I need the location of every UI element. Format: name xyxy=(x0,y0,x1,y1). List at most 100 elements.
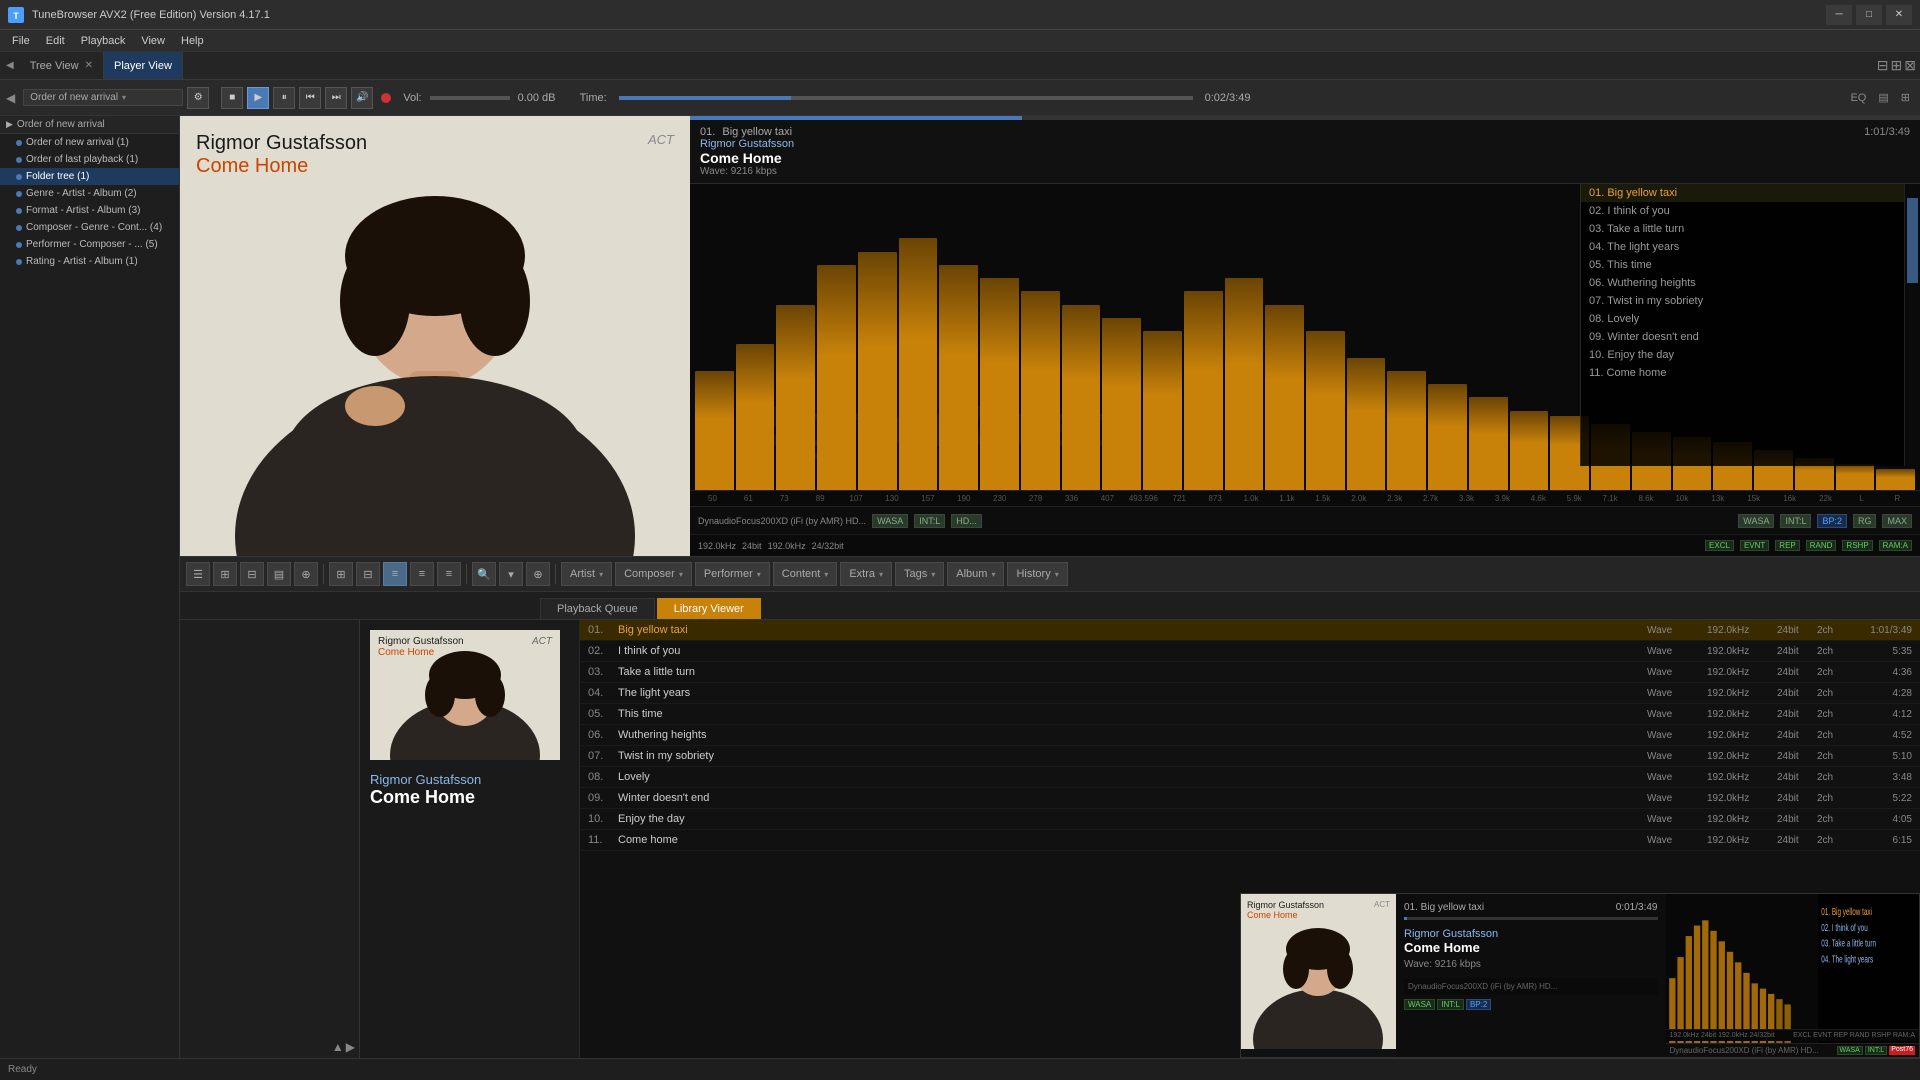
track-row-3[interactable]: 04. The light years Wave 192.0kHz 24bit … xyxy=(580,683,1920,704)
tab-library-viewer[interactable]: Library Viewer xyxy=(657,598,761,619)
tool-expand[interactable]: ⊕ xyxy=(294,562,318,586)
app-title: TuneBrowser AVX2 (Free Edition) Version … xyxy=(32,9,1826,21)
mini-dsp: DynaudioFocus200XD (iFi (by AMR) HD... xyxy=(1404,978,1658,995)
tool-search[interactable]: 🔍 xyxy=(472,562,496,586)
menu-help[interactable]: Help xyxy=(173,33,212,49)
menu-file[interactable]: File xyxy=(4,33,38,49)
tool-cols-3[interactable]: ⊟ xyxy=(356,562,380,586)
fullscreen-btn[interactable]: ⊞ xyxy=(1897,89,1914,106)
tracklist-item-7[interactable]: 08. Lovely xyxy=(1581,310,1920,328)
tool-detail-view[interactable]: ⊟ xyxy=(240,562,264,586)
track-row-7[interactable]: 08. Lovely Wave 192.0kHz 24bit 2ch 3:48 xyxy=(580,767,1920,788)
tab-nav-left[interactable]: ◀ xyxy=(6,60,14,71)
sidebar-toggle[interactable]: ◀ xyxy=(6,91,15,105)
track-row-10[interactable]: 11. Come home Wave 192.0kHz 24bit 2ch 6:… xyxy=(580,830,1920,851)
track-row-0[interactable]: 01. Big yellow taxi Wave 192.0kHz 24bit … xyxy=(580,620,1920,641)
track-row-5[interactable]: 06. Wuthering heights Wave 192.0kHz 24bi… xyxy=(580,725,1920,746)
track-hz: 192.0kHz xyxy=(1707,646,1777,657)
layout-btn[interactable]: ▤ xyxy=(1874,89,1892,106)
close-button[interactable]: ✕ xyxy=(1886,5,1912,25)
tool-sort-asc[interactable]: ≡ xyxy=(383,562,407,586)
tab-tree-view[interactable]: Tree View ✕ xyxy=(20,52,104,79)
toolbar-sep-2 xyxy=(466,564,467,584)
settings-button[interactable]: ⚙ xyxy=(187,87,209,109)
sidebar-item-2[interactable]: Folder tree (1) xyxy=(0,168,179,185)
mini-text: Rigmor Gustafsson Come Home xyxy=(1247,900,1324,920)
tracklist-item-6[interactable]: 07. Twist in my sobriety xyxy=(1581,292,1920,310)
tool-nav[interactable]: ⊕ xyxy=(526,562,550,586)
svg-text:T: T xyxy=(13,11,19,21)
track-bit: 24bit xyxy=(1777,730,1817,741)
track-progress-container[interactable] xyxy=(690,116,1920,120)
bottom-nav-up[interactable]: ▲ xyxy=(332,1040,344,1054)
stop-button[interactable]: ■ xyxy=(221,87,243,109)
play-button[interactable]: ▶ xyxy=(247,87,269,109)
tags-dropdown[interactable]: Tags▾ xyxy=(895,562,944,586)
album-dropdown[interactable]: Album▾ xyxy=(947,562,1004,586)
prev-button[interactable]: ⏮ xyxy=(299,87,321,109)
performer-dropdown[interactable]: Performer▾ xyxy=(695,562,770,586)
thumb-label: ACT xyxy=(532,636,552,647)
tracklist-item-8[interactable]: 09. Winter doesn't end xyxy=(1581,328,1920,346)
mini-progress-bar[interactable] xyxy=(1404,917,1658,920)
pause-button[interactable]: ⏸ xyxy=(273,87,295,109)
spec-label-33: R xyxy=(1880,494,1915,503)
tool-compact[interactable]: ▤ xyxy=(267,562,291,586)
tracklist-item-3[interactable]: 04. The light years xyxy=(1581,238,1920,256)
artist-dropdown[interactable]: Artist▾ xyxy=(561,562,612,586)
sidebar-item-0[interactable]: Order of new arrival (1) xyxy=(0,134,179,151)
track-row-9[interactable]: 10. Enjoy the day Wave 192.0kHz 24bit 2c… xyxy=(580,809,1920,830)
tracklist-item-5[interactable]: 06. Wuthering heights xyxy=(1581,274,1920,292)
tool-sort-desc[interactable]: ≡ xyxy=(410,562,434,586)
sidebar-item-1[interactable]: Order of last playback (1) xyxy=(0,151,179,168)
tracklist-item-4[interactable]: 05. This time xyxy=(1581,256,1920,274)
tracklist-item-10[interactable]: 11. Come home xyxy=(1581,364,1920,382)
maximize-button[interactable]: □ xyxy=(1856,5,1882,25)
tracklist-item-2[interactable]: 03. Take a little turn xyxy=(1581,220,1920,238)
eq-toggle[interactable]: EQ xyxy=(1846,90,1870,106)
content-dropdown[interactable]: Content▾ xyxy=(773,562,838,586)
spec-label-23: 4.6k xyxy=(1521,494,1556,503)
menu-view[interactable]: View xyxy=(133,33,173,49)
spectrum-bar-3 xyxy=(817,265,856,490)
bottom-nav-down[interactable]: ▶ xyxy=(346,1040,355,1054)
tracklist-item-9[interactable]: 10. Enjoy the day xyxy=(1581,346,1920,364)
minimize-button[interactable]: ─ xyxy=(1826,5,1852,25)
sidebar-item-6[interactable]: Performer - Composer - ... (5) xyxy=(0,236,179,253)
sidebar-item-5[interactable]: Composer - Genre - Cont... (4) xyxy=(0,219,179,236)
track-row-4[interactable]: 05. This time Wave 192.0kHz 24bit 2ch 4:… xyxy=(580,704,1920,725)
extra-dropdown[interactable]: Extra▾ xyxy=(840,562,892,586)
tool-grid-view[interactable]: ⊞ xyxy=(213,562,237,586)
sidebar-item-3[interactable]: Genre - Artist - Album (2) xyxy=(0,185,179,202)
volume-slider[interactable] xyxy=(430,96,510,100)
menu-edit[interactable]: Edit xyxy=(38,33,73,49)
tool-filter[interactable]: ≡ xyxy=(437,562,461,586)
track-num: 10. xyxy=(588,813,618,825)
track-row-2[interactable]: 03. Take a little turn Wave 192.0kHz 24b… xyxy=(580,662,1920,683)
track-row-6[interactable]: 07. Twist in my sobriety Wave 192.0kHz 2… xyxy=(580,746,1920,767)
tab-player-view[interactable]: Player View xyxy=(104,52,183,79)
tracklist-item-0[interactable]: 01. Big yellow taxi xyxy=(1581,184,1920,202)
tab-layout[interactable]: ⊞ xyxy=(1891,57,1903,74)
status-text: Ready xyxy=(8,1064,37,1075)
tab-restore[interactable]: ⊟ xyxy=(1877,57,1889,74)
tab-close-tree[interactable]: ✕ xyxy=(85,60,93,71)
tab-playback-queue[interactable]: Playback Queue xyxy=(540,598,655,619)
time-seek-slider[interactable] xyxy=(619,96,1193,100)
tool-cols-2[interactable]: ⊞ xyxy=(329,562,353,586)
sort-dropdown[interactable]: Order of new arrival ▾ xyxy=(23,89,183,106)
tab-split[interactable]: ⊠ xyxy=(1904,57,1916,74)
history-dropdown[interactable]: History▾ xyxy=(1007,562,1067,586)
composer-dropdown[interactable]: Composer▾ xyxy=(615,562,692,586)
sidebar-item-7[interactable]: Rating - Artist - Album (1) xyxy=(0,253,179,270)
next-button[interactable]: ⏭ xyxy=(325,87,347,109)
sidebar-header[interactable]: ▶ Order of new arrival xyxy=(0,116,179,134)
tool-options[interactable]: ▾ xyxy=(499,562,523,586)
menu-playback[interactable]: Playback xyxy=(73,33,134,49)
track-row-1[interactable]: 02. I think of you Wave 192.0kHz 24bit 2… xyxy=(580,641,1920,662)
mute-button[interactable]: 🔊 xyxy=(351,87,373,109)
track-row-8[interactable]: 09. Winter doesn't end Wave 192.0kHz 24b… xyxy=(580,788,1920,809)
tracklist-item-1[interactable]: 02. I think of you xyxy=(1581,202,1920,220)
tool-list-view[interactable]: ☰ xyxy=(186,562,210,586)
sidebar-item-4[interactable]: Format - Artist - Album (3) xyxy=(0,202,179,219)
